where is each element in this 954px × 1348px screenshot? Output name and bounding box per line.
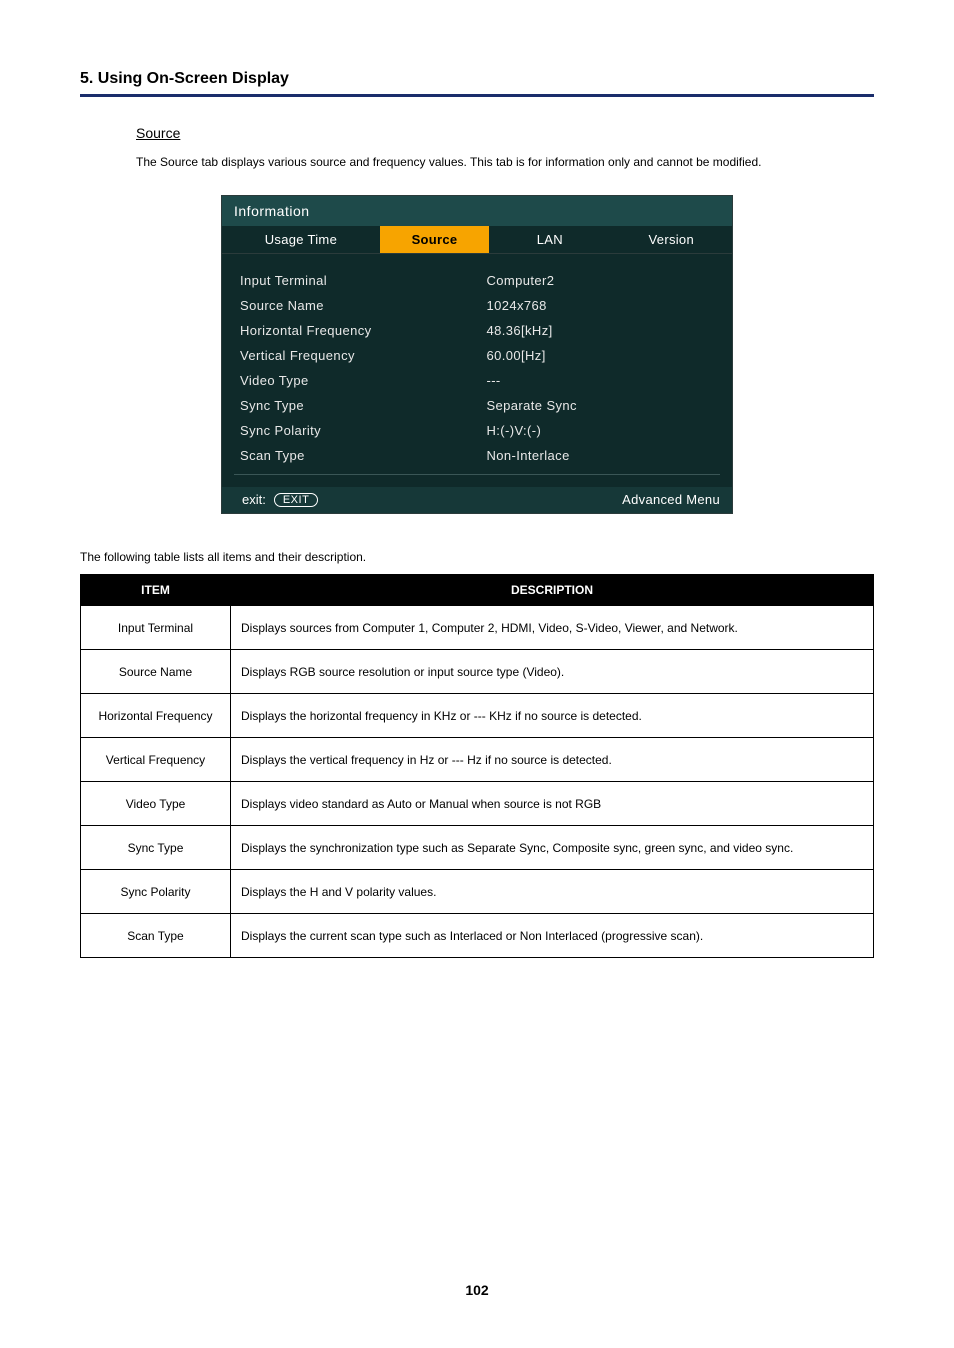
osd-value: H:(-)V:(-) (486, 423, 714, 438)
osd-label: Sync Type (240, 398, 486, 413)
source-heading: Source (136, 125, 180, 143)
table-row: Video Type Displays video standard as Au… (81, 782, 874, 826)
tab-lan[interactable]: LAN (489, 226, 610, 253)
table-row: Horizontal Frequency Displays the horizo… (81, 694, 874, 738)
exit-pill: EXIT (274, 493, 318, 507)
cell-item: Horizontal Frequency (81, 694, 231, 738)
osd-row: Vertical Frequency 60.00[Hz] (240, 343, 714, 368)
osd-label: Scan Type (240, 448, 486, 463)
col-desc: DESCRIPTION (231, 575, 874, 606)
cell-item: Video Type (81, 782, 231, 826)
tab-source[interactable]: Source (380, 226, 489, 253)
table-row: Source Name Displays RGB source resoluti… (81, 650, 874, 694)
osd-label: Vertical Frequency (240, 348, 486, 363)
cell-item: Scan Type (81, 914, 231, 958)
table-intro: The following table lists all items and … (80, 550, 874, 564)
osd-label: Video Type (240, 373, 486, 388)
osd-label: Input Terminal (240, 273, 486, 288)
tab-usage-time[interactable]: Usage Time (222, 226, 380, 253)
table-row: Sync Type Displays the synchronization t… (81, 826, 874, 870)
osd-value: 60.00[Hz] (486, 348, 714, 363)
cell-desc: Displays the horizontal frequency in KHz… (231, 694, 874, 738)
cell-item: Sync Type (81, 826, 231, 870)
advanced-menu-label: Advanced Menu (622, 492, 720, 507)
osd-value: --- (486, 373, 714, 388)
osd-separator (234, 474, 720, 475)
cell-desc: Displays the current scan type such as I… (231, 914, 874, 958)
table-row: Scan Type Displays the current scan type… (81, 914, 874, 958)
page-number: 102 (0, 1282, 954, 1298)
table-row: Vertical Frequency Displays the vertical… (81, 738, 874, 782)
osd-tab-bar: Usage Time Source LAN Version (222, 226, 732, 254)
source-description: The Source tab displays various source a… (136, 155, 874, 169)
osd-body: Input Terminal Computer2 Source Name 102… (222, 254, 732, 487)
cell-desc: Displays the vertical frequency in Hz or… (231, 738, 874, 782)
osd-row: Horizontal Frequency 48.36[kHz] (240, 318, 714, 343)
cell-desc: Displays video standard as Auto or Manua… (231, 782, 874, 826)
osd-value: 1024x768 (486, 298, 714, 313)
section-title: 5. Using On-Screen Display (80, 70, 874, 94)
osd-value: Non-Interlace (486, 448, 714, 463)
tab-version[interactable]: Version (611, 226, 732, 253)
osd-value: Computer2 (486, 273, 714, 288)
osd-row: Scan Type Non-Interlace (240, 443, 714, 468)
osd-row: Input Terminal Computer2 (240, 268, 714, 293)
osd-label: Horizontal Frequency (240, 323, 486, 338)
osd-label: Source Name (240, 298, 486, 313)
osd-row: Sync Polarity H:(-)V:(-) (240, 418, 714, 443)
description-table: ITEM DESCRIPTION Input Terminal Displays… (80, 574, 874, 958)
osd-value: Separate Sync (486, 398, 714, 413)
table-row: Sync Polarity Displays the H and V polar… (81, 870, 874, 914)
cell-desc: Displays sources from Computer 1, Comput… (231, 606, 874, 650)
cell-item: Input Terminal (81, 606, 231, 650)
osd-footer: exit: EXIT Advanced Menu (222, 487, 732, 513)
osd-value: 48.36[kHz] (486, 323, 714, 338)
cell-item: Sync Polarity (81, 870, 231, 914)
cell-desc: Displays RGB source resolution or input … (231, 650, 874, 694)
osd-exit[interactable]: exit: EXIT (242, 492, 318, 507)
table-header-row: ITEM DESCRIPTION (81, 575, 874, 606)
cell-item: Vertical Frequency (81, 738, 231, 782)
exit-label: exit: (242, 492, 266, 507)
osd-label: Sync Polarity (240, 423, 486, 438)
table-row: Input Terminal Displays sources from Com… (81, 606, 874, 650)
col-item: ITEM (81, 575, 231, 606)
osd-panel: Information Usage Time Source LAN Versio… (221, 195, 733, 514)
osd-row: Source Name 1024x768 (240, 293, 714, 318)
cell-desc: Displays the H and V polarity values. (231, 870, 874, 914)
cell-item: Source Name (81, 650, 231, 694)
osd-row: Video Type --- (240, 368, 714, 393)
cell-desc: Displays the synchronization type such a… (231, 826, 874, 870)
osd-row: Sync Type Separate Sync (240, 393, 714, 418)
osd-title: Information (222, 196, 732, 226)
header-divider (80, 94, 874, 97)
